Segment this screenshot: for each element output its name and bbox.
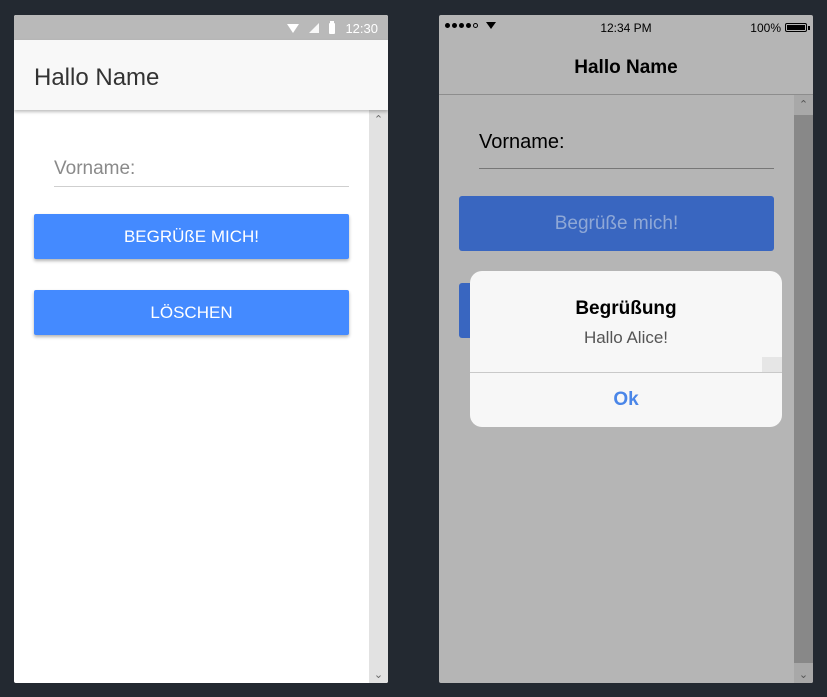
chevron-up-icon[interactable]: ⌃	[794, 97, 813, 111]
alert-scroll-indicator	[762, 357, 782, 372]
chevron-down-icon[interactable]: ⌄	[794, 667, 813, 681]
input-underline	[479, 168, 774, 169]
battery-icon	[329, 20, 336, 34]
chevron-up-icon[interactable]: ⌃	[369, 112, 388, 126]
page-title: Hallo Name	[34, 64, 160, 91]
alert-title: Begrüßung	[575, 298, 677, 319]
scrollbar[interactable]: ⌃ ⌄	[794, 95, 813, 683]
clear-button[interactable]: LÖSCHEN	[34, 290, 349, 335]
battery-percentage: 100%	[750, 21, 781, 35]
wifi-icon	[287, 23, 300, 33]
signal-icon	[309, 23, 320, 33]
status-time: 12:30	[345, 20, 378, 36]
scrollbar[interactable]: ⌃ ⌄	[369, 110, 388, 683]
input-underline	[54, 186, 349, 187]
android-screen: 12:30 Hallo Name Vorname: BEGRÜßE MICH! …	[14, 15, 388, 683]
app-bar: Hallo Name	[14, 40, 388, 110]
content-area: Vorname: BEGRÜßE MICH! LÖSCHEN	[14, 110, 368, 683]
greeting-alert-dialog: Begrüßung Hallo Alice! Ok	[470, 271, 782, 427]
page-title: Hallo Name	[574, 57, 678, 78]
first-name-input[interactable]: Vorname:	[479, 131, 565, 154]
android-status-bar: 12:30	[14, 15, 388, 40]
nav-bar: Hallo Name	[439, 39, 813, 95]
ok-button[interactable]: Ok	[470, 373, 782, 427]
alert-message: Hallo Alice!	[583, 328, 669, 347]
battery-icon	[785, 23, 807, 32]
ios-screen: 12:34 PM 100% Hallo Name Vorname: Begrüß…	[439, 15, 813, 683]
scrollbar-thumb[interactable]	[794, 115, 813, 663]
first-name-input[interactable]: Vorname:	[54, 158, 135, 180]
greet-button[interactable]: Begrüße mich!	[459, 196, 774, 251]
greet-button[interactable]: BEGRÜßE MICH!	[34, 214, 349, 259]
ios-status-bar: 12:34 PM 100%	[439, 15, 813, 39]
chevron-down-icon[interactable]: ⌄	[369, 667, 388, 681]
battery-tip	[808, 26, 810, 30]
